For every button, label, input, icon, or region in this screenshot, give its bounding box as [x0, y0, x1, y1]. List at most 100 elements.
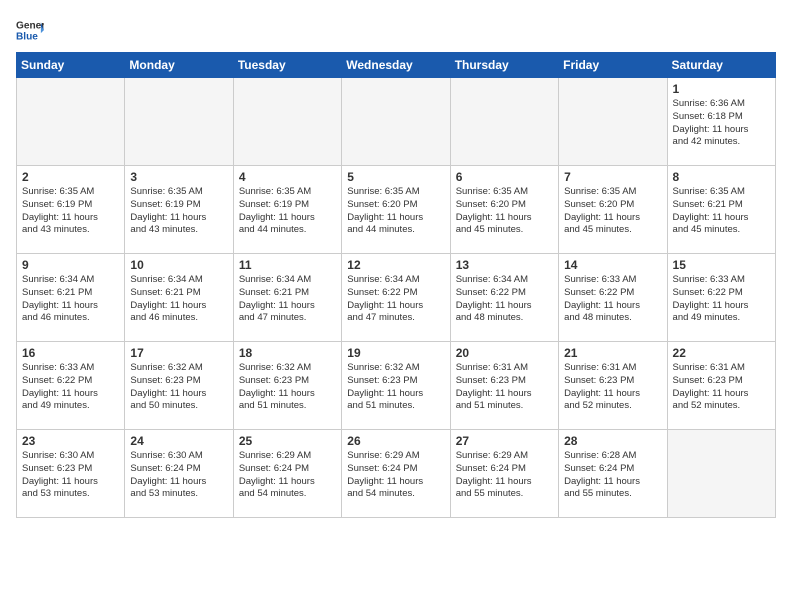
col-header-saturday: Saturday: [667, 53, 775, 78]
calendar-cell: [667, 430, 775, 518]
day-number: 11: [239, 258, 336, 272]
day-info: Sunrise: 6:35 AM Sunset: 6:20 PM Dayligh…: [564, 186, 661, 237]
day-number: 2: [22, 170, 119, 184]
day-number: 18: [239, 346, 336, 360]
day-number: 15: [673, 258, 770, 272]
col-header-wednesday: Wednesday: [342, 53, 450, 78]
day-number: 8: [673, 170, 770, 184]
logo-icon: General Blue: [16, 16, 44, 44]
calendar-cell: 6 Sunrise: 6:35 AM Sunset: 6:20 PM Daylig…: [450, 166, 558, 254]
day-info: Sunrise: 6:32 AM Sunset: 6:23 PM Dayligh…: [130, 362, 227, 413]
day-number: 25: [239, 434, 336, 448]
day-number: 5: [347, 170, 444, 184]
day-info: Sunrise: 6:28 AM Sunset: 6:24 PM Dayligh…: [564, 450, 661, 501]
day-info: Sunrise: 6:34 AM Sunset: 6:21 PM Dayligh…: [239, 274, 336, 325]
calendar-cell: 28 Sunrise: 6:28 AM Sunset: 6:24 PM Dayli…: [559, 430, 667, 518]
svg-text:General: General: [16, 20, 44, 31]
col-header-monday: Monday: [125, 53, 233, 78]
day-info: Sunrise: 6:34 AM Sunset: 6:22 PM Dayligh…: [456, 274, 553, 325]
day-number: 28: [564, 434, 661, 448]
calendar-cell: 19 Sunrise: 6:32 AM Sunset: 6:23 PM Dayli…: [342, 342, 450, 430]
page-header: General Blue: [16, 16, 776, 44]
day-number: 23: [22, 434, 119, 448]
day-info: Sunrise: 6:36 AM Sunset: 6:18 PM Dayligh…: [673, 98, 770, 149]
calendar-cell: 7 Sunrise: 6:35 AM Sunset: 6:20 PM Daylig…: [559, 166, 667, 254]
day-info: Sunrise: 6:32 AM Sunset: 6:23 PM Dayligh…: [239, 362, 336, 413]
day-info: Sunrise: 6:31 AM Sunset: 6:23 PM Dayligh…: [673, 362, 770, 413]
calendar-cell: 21Sunrise: 6:31 AM Sunset: 6:23 PM Dayli…: [559, 342, 667, 430]
calendar-cell: 14 Sunrise: 6:33 AM Sunset: 6:22 PM Dayli…: [559, 254, 667, 342]
day-number: 26: [347, 434, 444, 448]
calendar-cell: [559, 78, 667, 166]
calendar-week-row: 16Sunrise: 6:33 AM Sunset: 6:22 PM Dayli…: [17, 342, 776, 430]
day-info: Sunrise: 6:32 AM Sunset: 6:23 PM Dayligh…: [347, 362, 444, 413]
calendar-cell: 18 Sunrise: 6:32 AM Sunset: 6:23 PM Dayli…: [233, 342, 341, 430]
calendar-cell: 16Sunrise: 6:33 AM Sunset: 6:22 PM Dayli…: [17, 342, 125, 430]
col-header-sunday: Sunday: [17, 53, 125, 78]
day-number: 20: [456, 346, 553, 360]
day-info: Sunrise: 6:29 AM Sunset: 6:24 PM Dayligh…: [456, 450, 553, 501]
calendar-cell: 3Sunrise: 6:35 AM Sunset: 6:19 PM Daylig…: [125, 166, 233, 254]
calendar-cell: 5 Sunrise: 6:35 AM Sunset: 6:20 PM Daylig…: [342, 166, 450, 254]
day-number: 19: [347, 346, 444, 360]
calendar-cell: 27 Sunrise: 6:29 AM Sunset: 6:24 PM Dayli…: [450, 430, 558, 518]
day-info: Sunrise: 6:33 AM Sunset: 6:22 PM Dayligh…: [564, 274, 661, 325]
calendar-cell: 11 Sunrise: 6:34 AM Sunset: 6:21 PM Dayli…: [233, 254, 341, 342]
calendar-cell: [450, 78, 558, 166]
calendar-cell: 25 Sunrise: 6:29 AM Sunset: 6:24 PM Dayli…: [233, 430, 341, 518]
day-number: 16: [22, 346, 119, 360]
calendar-cell: [342, 78, 450, 166]
calendar-cell: 24 Sunrise: 6:30 AM Sunset: 6:24 PM Dayli…: [125, 430, 233, 518]
day-number: 21: [564, 346, 661, 360]
day-info: Sunrise: 6:34 AM Sunset: 6:21 PM Dayligh…: [22, 274, 119, 325]
calendar-cell: 20 Sunrise: 6:31 AM Sunset: 6:23 PM Dayli…: [450, 342, 558, 430]
svg-text:Blue: Blue: [16, 31, 38, 42]
col-header-tuesday: Tuesday: [233, 53, 341, 78]
day-number: 22: [673, 346, 770, 360]
day-number: 27: [456, 434, 553, 448]
calendar-cell: 4Sunrise: 6:35 AM Sunset: 6:19 PM Daylig…: [233, 166, 341, 254]
day-info: Sunrise: 6:35 AM Sunset: 6:19 PM Dayligh…: [22, 186, 119, 237]
col-header-friday: Friday: [559, 53, 667, 78]
calendar-cell: 9Sunrise: 6:34 AM Sunset: 6:21 PM Daylig…: [17, 254, 125, 342]
calendar-week-row: 9Sunrise: 6:34 AM Sunset: 6:21 PM Daylig…: [17, 254, 776, 342]
calendar-table: SundayMondayTuesdayWednesdayThursdayFrid…: [16, 52, 776, 518]
calendar-cell: 2 Sunrise: 6:35 AM Sunset: 6:19 PM Daylig…: [17, 166, 125, 254]
day-number: 12: [347, 258, 444, 272]
calendar-cell: 1 Sunrise: 6:36 AM Sunset: 6:18 PM Daylig…: [667, 78, 775, 166]
day-number: 10: [130, 258, 227, 272]
calendar-cell: 15 Sunrise: 6:33 AM Sunset: 6:22 PM Dayli…: [667, 254, 775, 342]
day-info: Sunrise: 6:35 AM Sunset: 6:21 PM Dayligh…: [673, 186, 770, 237]
day-number: 17: [130, 346, 227, 360]
day-number: 7: [564, 170, 661, 184]
day-number: 1: [673, 82, 770, 96]
calendar-cell: 10 Sunrise: 6:34 AM Sunset: 6:21 PM Dayli…: [125, 254, 233, 342]
calendar-header-row: SundayMondayTuesdayWednesdayThursdayFrid…: [17, 53, 776, 78]
day-info: Sunrise: 6:31 AM Sunset: 6:23 PM Dayligh…: [456, 362, 553, 413]
day-info: Sunrise: 6:34 AM Sunset: 6:22 PM Dayligh…: [347, 274, 444, 325]
day-info: Sunrise: 6:34 AM Sunset: 6:21 PM Dayligh…: [130, 274, 227, 325]
day-info: Sunrise: 6:30 AM Sunset: 6:23 PM Dayligh…: [22, 450, 119, 501]
calendar-cell: 12 Sunrise: 6:34 AM Sunset: 6:22 PM Dayli…: [342, 254, 450, 342]
calendar-cell: [233, 78, 341, 166]
day-info: Sunrise: 6:30 AM Sunset: 6:24 PM Dayligh…: [130, 450, 227, 501]
day-number: 6: [456, 170, 553, 184]
calendar-cell: [125, 78, 233, 166]
calendar-cell: 13 Sunrise: 6:34 AM Sunset: 6:22 PM Dayli…: [450, 254, 558, 342]
day-info: Sunrise: 6:29 AM Sunset: 6:24 PM Dayligh…: [239, 450, 336, 501]
calendar-cell: [17, 78, 125, 166]
calendar-cell: 8 Sunrise: 6:35 AM Sunset: 6:21 PM Daylig…: [667, 166, 775, 254]
day-number: 13: [456, 258, 553, 272]
day-number: 14: [564, 258, 661, 272]
day-number: 4: [239, 170, 336, 184]
day-info: Sunrise: 6:33 AM Sunset: 6:22 PM Dayligh…: [673, 274, 770, 325]
day-info: Sunrise: 6:35 AM Sunset: 6:20 PM Dayligh…: [456, 186, 553, 237]
calendar-cell: 23 Sunrise: 6:30 AM Sunset: 6:23 PM Dayli…: [17, 430, 125, 518]
day-info: Sunrise: 6:29 AM Sunset: 6:24 PM Dayligh…: [347, 450, 444, 501]
calendar-week-row: 2 Sunrise: 6:35 AM Sunset: 6:19 PM Daylig…: [17, 166, 776, 254]
day-number: 24: [130, 434, 227, 448]
col-header-thursday: Thursday: [450, 53, 558, 78]
calendar-week-row: 1 Sunrise: 6:36 AM Sunset: 6:18 PM Daylig…: [17, 78, 776, 166]
day-info: Sunrise: 6:35 AM Sunset: 6:20 PM Dayligh…: [347, 186, 444, 237]
calendar-cell: 26 Sunrise: 6:29 AM Sunset: 6:24 PM Dayli…: [342, 430, 450, 518]
